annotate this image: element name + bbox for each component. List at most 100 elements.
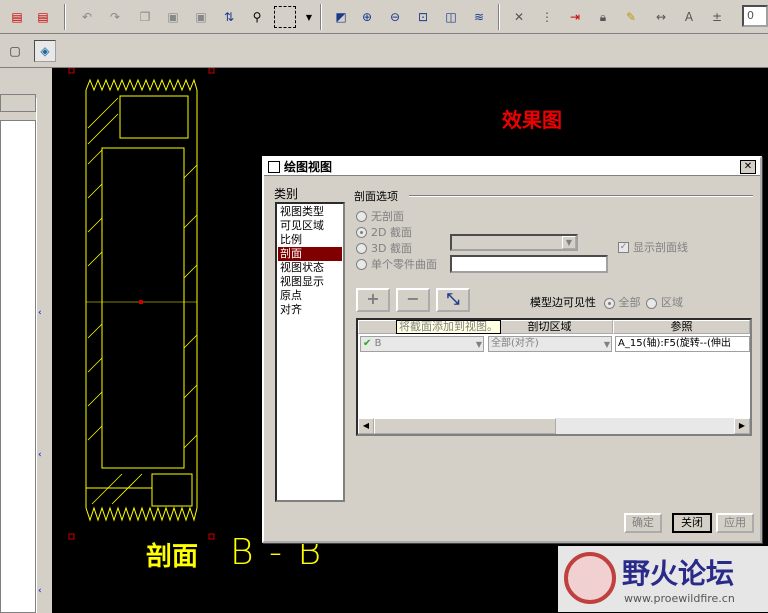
remove-section-button[interactable]: − [396,288,430,312]
row-name-cell[interactable]: ✔ B ▼ [360,336,484,352]
view-manager-icon[interactable]: ◫ [440,6,462,28]
category-item[interactable]: 视图类型 [278,205,342,219]
section-label: 剖面 [146,542,199,572]
thread-bottom [85,506,198,522]
insert-icon[interactable]: ⇥ [564,6,586,28]
ok-button[interactable]: 确定 [624,513,662,533]
check-icon: ✓ [618,241,629,253]
undo-icon[interactable]: ↶ [76,6,98,28]
collapse-arrow-icon[interactable]: ‹ [38,586,42,596]
main-toolbar: ▤ ▤ ↶ ↷ ❐ ▣ ▣ ⇅ ⚲ ▼ ◩ ⊕ ⊖ ⊡ ◫ ≋ ✕ ⋮ ⇥ 🔒︎… [0,0,768,34]
print-icon[interactable]: ▤ [6,6,28,28]
radio-none[interactable]: 无剖面 [356,208,404,224]
flip-direction-button[interactable]: ⤡ [436,288,470,312]
zoom-out-icon[interactable]: ⊖ [384,6,406,28]
radio-icon [356,258,367,270]
row-reference-cell[interactable]: A_15(轴):F5(旋转--(伸出 [615,336,750,352]
value-field[interactable]: 0 [742,5,768,27]
secondary-toolbar: ▢ ◈ [0,34,768,68]
column-header-region[interactable]: 剖切区域 [486,320,613,334]
watermark-text: 野火论坛 [622,557,735,590]
section-table: 名称 剖切区域 参照 将截面添加到视图。 ✔ B▼ 全部(对齐)▼ A_15(轴… [356,318,752,436]
radio-label: 无剖面 [371,210,404,223]
drawing-view-dialog: 绘图视图 ✕ 类别 视图类型 可见区域 比例 剖面 视图状态 视图显示 原点 对… [262,156,762,543]
radio-3d[interactable]: 3D 截面 [356,240,412,256]
scroll-right-icon[interactable]: ▶ [734,418,750,434]
cube-shaded-icon[interactable]: ◈ [34,40,56,62]
text-style-icon[interactable]: A [678,6,700,28]
selection-dropdown-icon[interactable]: ▼ [298,6,320,28]
model-edge-visibility: 模型边可见性 全部 区域 [530,294,683,310]
lock-icon[interactable]: 🔒︎ [592,6,614,28]
surface-field[interactable] [450,255,608,273]
row-region: 全部(对齐) [491,338,539,349]
layers-icon[interactable]: ≋ [468,6,490,28]
horizontal-scrollbar[interactable]: ◀ ▶ [358,418,750,434]
find-icon[interactable]: ⚲ [246,6,268,28]
copy-icon[interactable]: ❐ [134,6,156,28]
row-name: B [374,338,382,349]
chevron-down-icon: ▼ [562,236,576,249]
radio-2d[interactable]: 2D 截面 [356,224,412,240]
toolbar-separator [320,4,322,30]
collapse-arrow-icon[interactable]: ‹ [38,450,42,460]
category-item[interactable]: 对齐 [278,303,342,317]
close-window-icon[interactable]: ✕ [508,6,530,28]
dialog-title: 绘图视图 [284,160,333,174]
watermark-logo: 野火论坛 www.proewildfire.cn [558,546,768,612]
radio-label: 3D 截面 [371,242,412,255]
watermark-url: www.proewildfire.cn [624,592,735,605]
dimension-icon[interactable]: ↔ [650,6,672,28]
add-section-button[interactable]: + [356,288,390,312]
radio-icon[interactable] [646,297,657,309]
repaint-icon[interactable]: ◩ [330,6,352,28]
selection-marker [68,68,75,74]
highlight-icon[interactable]: ✎ [620,6,642,28]
scroll-thumb[interactable] [374,418,556,434]
outline [119,95,189,139]
vis-region-label: 区域 [661,296,683,309]
group-divider [409,195,753,197]
dialog-icon [268,160,280,173]
radio-single-surface[interactable]: 单个零件曲面 [356,256,437,272]
close-icon[interactable]: ✕ [740,160,756,174]
selection-box-icon[interactable] [274,6,296,28]
redo-icon[interactable]: ↷ [104,6,126,28]
paste-icon[interactable]: ▣ [162,6,184,28]
print-preview-icon[interactable]: ▤ [32,6,54,28]
category-item[interactable]: 视图状态 [278,261,342,275]
cube-outline-icon[interactable]: ▢ [4,40,26,62]
column-header-reference[interactable]: 参照 [613,320,750,334]
selection-marker [68,533,75,540]
tolerance-icon[interactable]: ± [706,6,728,28]
collapse-arrow-icon[interactable]: ‹ [38,308,42,318]
section-options-label: 剖面选项 [354,190,398,203]
zoom-in-icon[interactable]: ⊕ [356,6,378,28]
category-label: 类别 [274,187,299,201]
logo-icon [564,552,616,604]
category-item[interactable]: 视图显示 [278,275,342,289]
regenerate-icon[interactable]: ⇅ [218,6,240,28]
category-list: 视图类型 可见区域 比例 剖面 视图状态 视图显示 原点 对齐 [275,202,345,502]
category-item[interactable]: 可见区域 [278,219,342,233]
pane-splitter[interactable] [36,98,50,613]
scroll-left-icon[interactable]: ◀ [358,418,374,434]
refit-icon[interactable]: ⊡ [412,6,434,28]
category-item[interactable]: 比例 [278,233,342,247]
radio-icon[interactable] [603,297,615,309]
paste-special-icon[interactable]: ▣ [190,6,212,28]
vis-all-label: 全部 [618,296,641,309]
category-item[interactable]: 原点 [278,289,342,303]
category-item-selected[interactable]: 剖面 [278,247,342,261]
section-combo[interactable]: ▼ [450,234,578,251]
show-section-line-checkbox[interactable]: ✓ 显示剖面线 [618,239,688,255]
close-button[interactable]: 关闭 [672,513,712,533]
model-tree-list[interactable] [0,120,36,613]
model-tree-header [0,94,36,112]
snap-icon[interactable]: ⋮ [536,6,558,28]
apply-button[interactable]: 应用 [716,513,754,533]
add-section-tooltip: 将截面添加到视图。 [396,320,501,334]
row-region-cell[interactable]: 全部(对齐) ▼ [488,336,612,352]
dialog-titlebar[interactable]: 绘图视图 [264,158,760,176]
effect-title: 效果图 [502,108,562,132]
